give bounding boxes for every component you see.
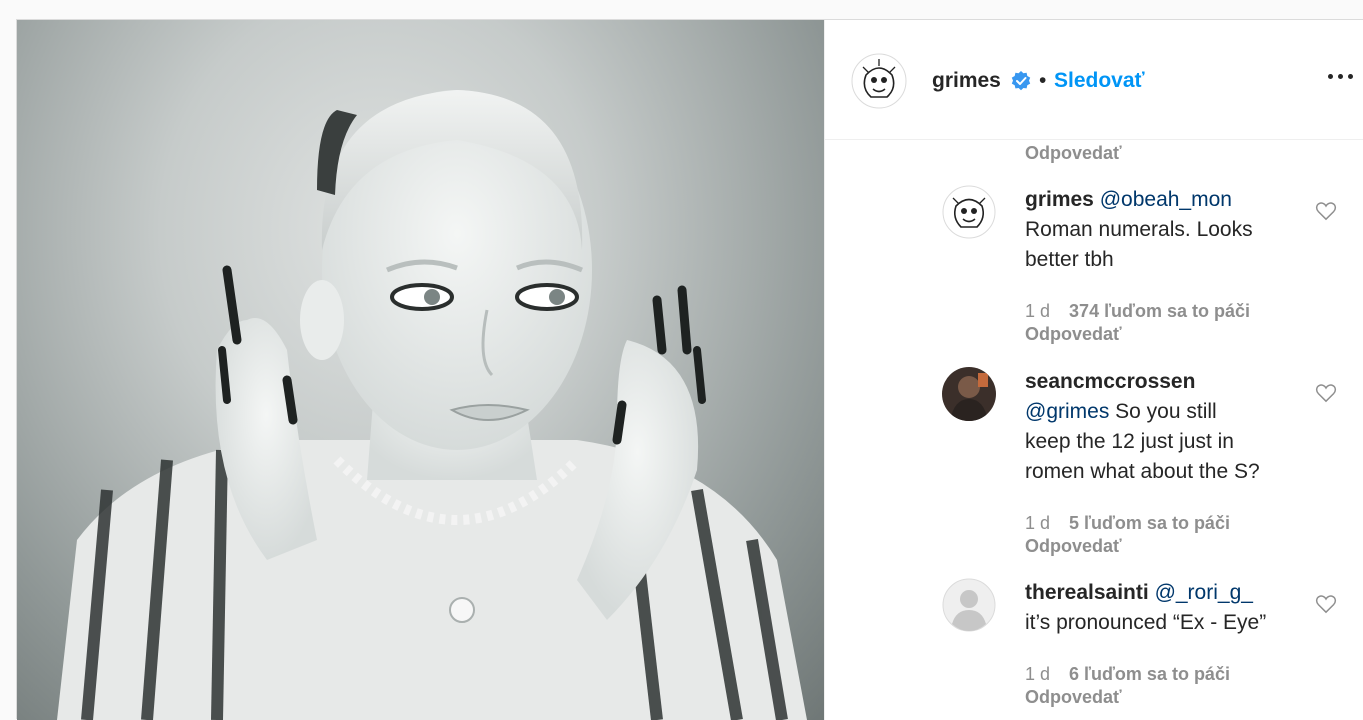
portrait-illustration	[57, 90, 807, 720]
comment-mention[interactable]: @obeah_mon	[1100, 188, 1232, 211]
comment-meta: 1 d 6 ľuďom sa to páči	[1025, 664, 1230, 685]
comment-likes[interactable]: 374 ľuďom sa to páči	[1069, 301, 1250, 321]
author-username[interactable]: grimes	[932, 69, 1001, 93]
comment-mention[interactable]: @grimes	[1025, 400, 1109, 423]
post-header: grimes • Sledovať	[825, 20, 1363, 140]
comment-likes[interactable]: 6 ľuďom sa to páči	[1069, 664, 1230, 684]
comment-username[interactable]: therealsainti	[1025, 581, 1149, 604]
comment-username[interactable]: grimes	[1025, 188, 1094, 211]
comment-meta: 1 d 5 ľuďom sa to páči	[1025, 513, 1230, 534]
more-options-icon[interactable]	[1328, 64, 1358, 88]
comment-text: romen what about the S?	[1025, 460, 1260, 483]
comment-time[interactable]: 1 d	[1025, 664, 1050, 684]
default-avatar-icon[interactable]	[942, 578, 996, 632]
comment-likes[interactable]: 5 ľuďom sa to páči	[1069, 513, 1230, 533]
verified-badge-icon	[1011, 71, 1031, 91]
commenter-avatar[interactable]	[942, 367, 996, 421]
commenter-avatar[interactable]	[942, 185, 996, 239]
comment-body: seancmccrossen @grimes So you still keep…	[1025, 367, 1300, 487]
comment-text: Roman numerals. Looks	[1025, 218, 1253, 241]
comment-text: So you still	[1109, 400, 1217, 423]
comment-text: keep the 12 just just in	[1025, 430, 1234, 453]
heart-outline-icon[interactable]	[1315, 594, 1337, 614]
comment-time[interactable]: 1 d	[1025, 513, 1050, 533]
post-photo[interactable]	[17, 20, 824, 720]
reply-button[interactable]: Odpovedať	[1025, 536, 1122, 557]
reply-button[interactable]: Odpovedať	[1025, 687, 1122, 708]
comment-meta: 1 d 374 ľuďom sa to páči	[1025, 301, 1250, 322]
author-avatar[interactable]	[851, 53, 907, 109]
post-container: grimes • Sledovať Odpovedať grimes @obea…	[16, 19, 1363, 720]
header-separator: •	[1039, 69, 1047, 92]
comment-time[interactable]: 1 d	[1025, 301, 1050, 321]
heart-outline-icon[interactable]	[1315, 383, 1337, 403]
comment-body: therealsainti @_rori_g_ it’s pronounced …	[1025, 578, 1300, 638]
comment-text: better tbh	[1025, 248, 1114, 271]
follow-button[interactable]: Sledovať	[1054, 69, 1145, 93]
comment-text: it’s pronounced “Ex - Eye”	[1025, 611, 1267, 634]
comment-username[interactable]: seancmccrossen	[1025, 370, 1195, 393]
comment-mention[interactable]: @_rori_g_	[1155, 581, 1253, 604]
post-side-panel: grimes • Sledovať Odpovedať grimes @obea…	[824, 20, 1363, 720]
reply-button[interactable]: Odpovedať	[1025, 143, 1122, 164]
heart-outline-icon[interactable]	[1315, 201, 1337, 221]
reply-button[interactable]: Odpovedať	[1025, 324, 1122, 345]
comment-body: grimes @obeah_mon Roman numerals. Looks …	[1025, 185, 1300, 275]
